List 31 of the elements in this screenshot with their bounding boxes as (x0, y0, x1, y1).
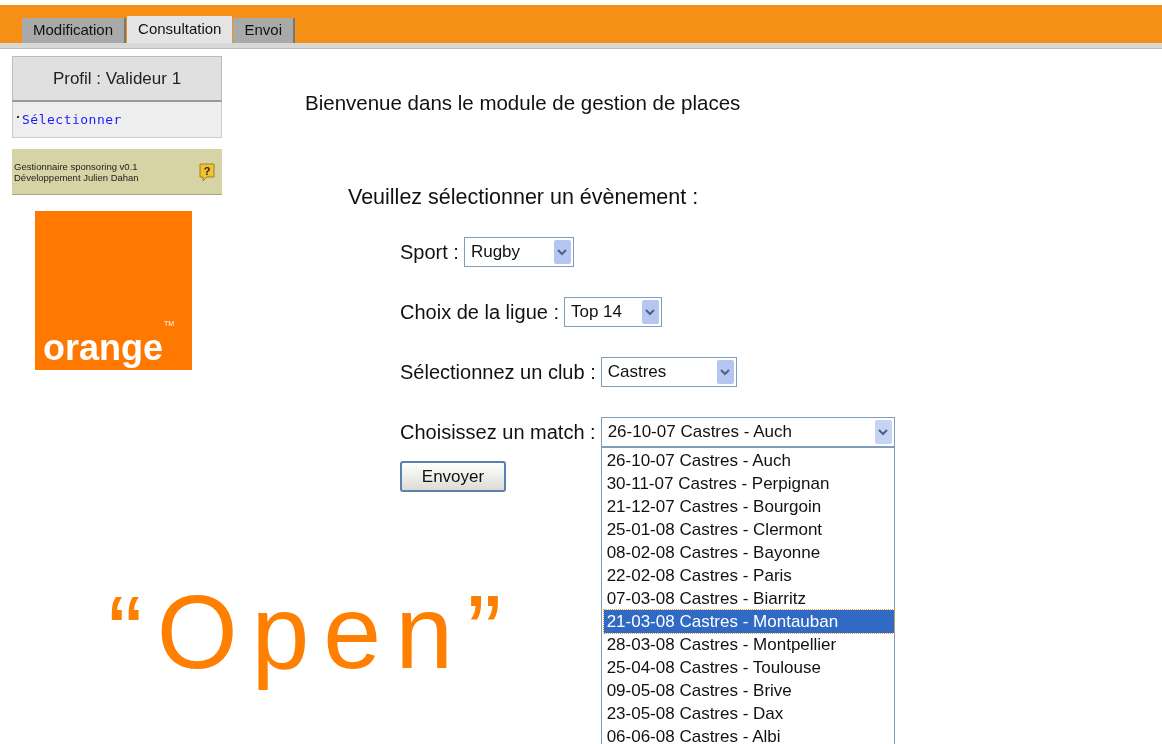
dropdown-option[interactable]: 30-11-07 Castres - Perpignan (603, 472, 894, 495)
dropdown-option[interactable]: 08-02-08 Castres - Bayonne (603, 541, 894, 564)
field-label: Choisissez un match : (400, 420, 596, 445)
dropdown-option[interactable]: 25-04-08 Castres - Toulouse (603, 656, 894, 679)
tab[interactable]: Modification (22, 18, 127, 43)
dropdown-option[interactable]: 25-01-08 Castres - Clermont (603, 518, 894, 541)
app-info-text: Gestionnaire sponsoring v0.1 Développement Julien Dahan (14, 160, 139, 183)
select-field[interactable]: Rugby (463, 237, 574, 267)
dropdown-option[interactable]: 26-10-07 Castres - Auch (603, 449, 894, 472)
profile-heading: Profil : Valideur 1 (12, 56, 222, 102)
dropdown-option[interactable]: 21-12-07 Castres - Bourgoin (603, 495, 894, 518)
field-label: Choix de la ligue : (400, 300, 559, 325)
dropdown-option[interactable]: 28-03-08 Castres - Montpellier (603, 633, 894, 656)
select-field[interactable]: Castres (600, 357, 737, 387)
dropdown-option[interactable]: 22-02-08 Castres - Paris (603, 564, 894, 587)
dropdown-option[interactable]: 06-06-08 Castres - Albi (603, 725, 894, 744)
field-label: Sport : (400, 240, 459, 265)
tab[interactable]: Envoi (233, 18, 295, 43)
select-field[interactable]: 26-10-07 Castres - Auch (600, 417, 895, 447)
field-label: Sélectionnez un club : (400, 360, 596, 385)
open-caption: “Open” (108, 573, 516, 692)
dropdown-option[interactable]: 23-05-08 Castres - Dax (603, 702, 894, 725)
tab[interactable]: Consultation (127, 16, 233, 43)
section-heading: Veuillez sélectionner un évènement : (348, 183, 699, 211)
dropdown-option[interactable]: 07-03-08 Castres - Biarritz (603, 587, 894, 610)
dropdown-option[interactable]: 21-03-08 Castres - Montauban (603, 610, 894, 633)
help-icon[interactable]: ? (198, 161, 216, 182)
dropdown-option[interactable]: 09-05-08 Castres - Brive (603, 679, 894, 702)
send-button[interactable]: Envoyer (400, 461, 506, 492)
page-title: Bienvenue dans le module de gestion de places (305, 90, 741, 116)
select-field[interactable]: Top 14 (564, 297, 662, 327)
